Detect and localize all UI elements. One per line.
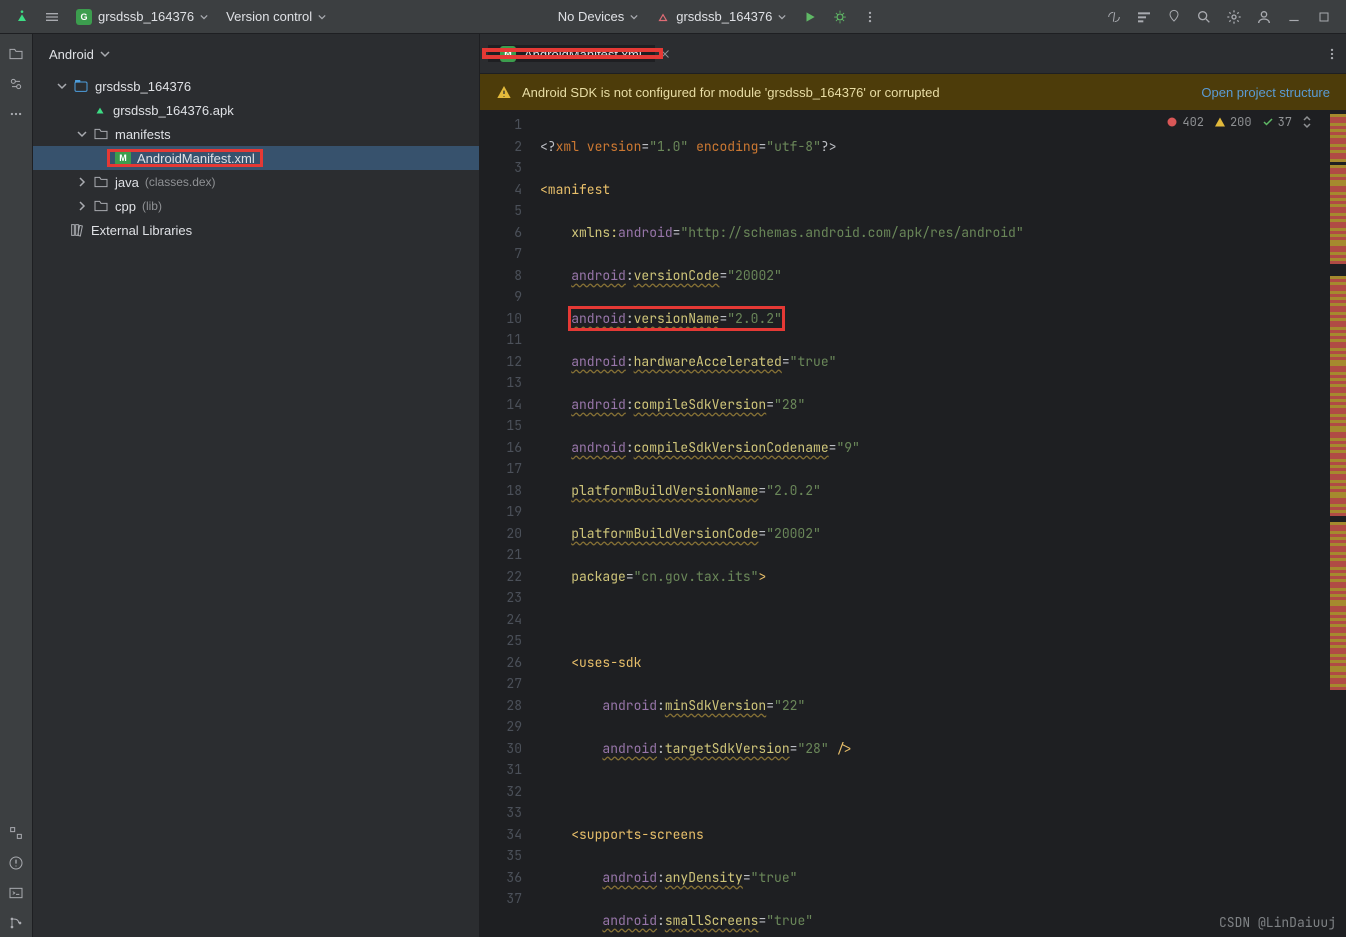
code-with-me-icon[interactable] — [1100, 3, 1128, 31]
version-control-chip[interactable]: Version control — [218, 6, 334, 27]
device-selector[interactable]: No Devices — [550, 6, 646, 27]
editor-area: M AndroidManifest.xml Android SDK is not… — [480, 34, 1346, 937]
inspection-counts[interactable]: 402 200 37 — [1166, 114, 1312, 130]
watermark: CSDN @LinDaiuuj — [1219, 914, 1336, 931]
gutter-line-numbers: 12345678910 11121314151617181920 2122232… — [480, 110, 536, 937]
android-studio-icon[interactable] — [8, 3, 36, 31]
hamburger-menu-icon[interactable] — [38, 3, 66, 31]
settings-icon[interactable] — [1220, 3, 1248, 31]
app-inspection-icon[interactable] — [1160, 3, 1188, 31]
top-toolbar: G grsdssb_164376 Version control No Devi… — [0, 0, 1346, 34]
tree-external-libraries[interactable]: External Libraries — [33, 218, 479, 242]
chevron-down-icon — [57, 81, 67, 91]
vcs-tool-icon[interactable] — [2, 909, 30, 937]
warning-icon — [496, 84, 512, 100]
tree-cpp-folder[interactable]: cpp (lib) — [33, 194, 479, 218]
tree-manifests-folder[interactable]: manifests — [33, 122, 479, 146]
tab-options-icon[interactable] — [1318, 47, 1346, 61]
tree-manifest-file[interactable]: M AndroidManifest.xml — [33, 146, 479, 170]
chevron-down-icon — [77, 129, 87, 139]
build-variants-icon[interactable] — [2, 819, 30, 847]
tab-android-manifest[interactable]: M AndroidManifest.xml — [488, 45, 655, 62]
editor-tabbar: M AndroidManifest.xml — [480, 34, 1346, 74]
debug-icon[interactable] — [826, 3, 854, 31]
libraries-icon — [69, 222, 85, 238]
tree-root[interactable]: grsdssb_164376 — [33, 74, 479, 98]
folder-icon — [93, 126, 109, 142]
code-editor[interactable]: 402 200 37 12345678910 11121314151617181… — [480, 110, 1346, 937]
project-tree: grsdssb_164376 grsdssb_164376.apk manife… — [33, 74, 479, 937]
error-stripe[interactable] — [1330, 110, 1346, 937]
project-view-selector[interactable]: Android — [33, 34, 479, 74]
project-sidebar: Android grsdssb_164376 grsdssb_164376.ap… — [33, 34, 480, 937]
tree-java-folder[interactable]: java (classes.dex) — [33, 170, 479, 194]
open-project-structure-link[interactable]: Open project structure — [1201, 85, 1330, 100]
code-content[interactable]: <?xml version="1.0" encoding="utf-8"?> <… — [536, 110, 1330, 937]
more-tools-icon[interactable] — [2, 100, 30, 128]
chevron-up-down-icon[interactable] — [1302, 115, 1312, 129]
profiler-icon[interactable] — [1130, 3, 1158, 31]
tree-apk[interactable]: grsdssb_164376.apk — [33, 98, 479, 122]
close-tab-icon[interactable] — [651, 40, 679, 68]
project-tool-icon[interactable] — [2, 40, 30, 68]
chevron-right-icon — [77, 177, 87, 187]
banner-message: Android SDK is not configured for module… — [522, 85, 940, 100]
apk-icon — [93, 103, 107, 117]
more-actions-icon[interactable] — [856, 3, 884, 31]
project-chip[interactable]: G grsdssb_164376 — [68, 6, 216, 28]
run-icon[interactable] — [796, 3, 824, 31]
account-icon[interactable] — [1250, 3, 1278, 31]
folder-icon — [93, 198, 109, 214]
minimize-icon[interactable] — [1280, 3, 1308, 31]
chevron-right-icon — [77, 201, 87, 211]
problems-icon[interactable] — [2, 849, 30, 877]
search-icon[interactable] — [1190, 3, 1218, 31]
terminal-icon[interactable] — [2, 879, 30, 907]
left-tool-strip — [0, 34, 33, 937]
folder-icon — [93, 174, 109, 190]
resource-manager-icon[interactable] — [2, 70, 30, 98]
sdk-warning-banner: Android SDK is not configured for module… — [480, 74, 1346, 110]
maximize-icon[interactable] — [1310, 3, 1338, 31]
module-icon — [73, 78, 89, 94]
project-name: grsdssb_164376 — [98, 9, 194, 24]
run-config-selector[interactable]: grsdssb_164376 — [648, 6, 794, 27]
